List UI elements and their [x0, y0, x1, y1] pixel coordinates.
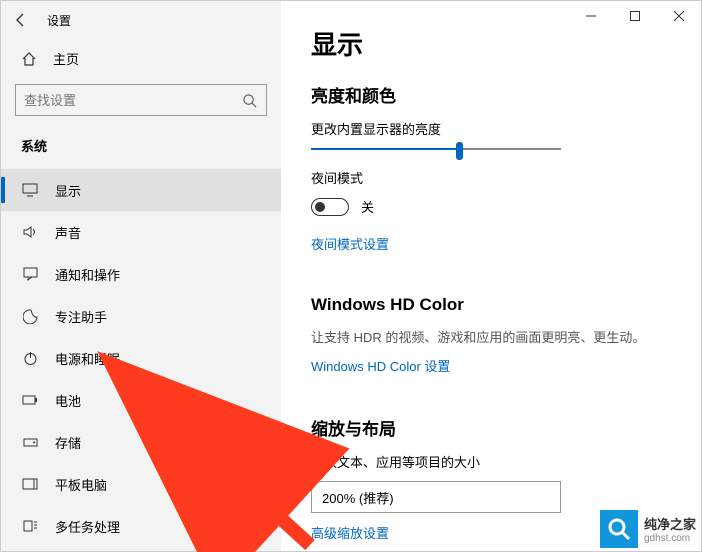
sidebar-item-label: 通知和操作: [55, 265, 120, 284]
home-label: 主页: [53, 49, 79, 68]
brightness-label: 更改内置显示器的亮度: [311, 119, 671, 138]
night-mode-toggle[interactable]: [311, 198, 349, 216]
sidebar-item-battery[interactable]: 电池: [1, 379, 281, 421]
sidebar-item-label: 电源和睡眠: [55, 349, 120, 368]
brightness-slider[interactable]: [311, 148, 561, 150]
multitask-icon: [21, 520, 39, 532]
maximize-button[interactable]: [613, 1, 657, 31]
watermark-logo: [600, 510, 638, 548]
section-brightness: 亮度和颜色: [311, 82, 671, 107]
search-icon: [232, 93, 266, 108]
back-button[interactable]: [9, 8, 33, 32]
sidebar-item-power[interactable]: 电源和睡眠: [1, 337, 281, 379]
sidebar-item-label: 声音: [55, 223, 81, 242]
sidebar-item-multitask[interactable]: 多任务处理: [1, 505, 281, 547]
sidebar-item-notifications[interactable]: 通知和操作: [1, 253, 281, 295]
toggle-state-label: 关: [361, 197, 374, 216]
sidebar-item-label: 存储: [55, 433, 81, 452]
advanced-scale-link[interactable]: 高级缩放设置: [311, 523, 389, 542]
night-mode-settings-link[interactable]: 夜间模式设置: [311, 234, 389, 253]
sidebar-item-focus[interactable]: 专注助手: [1, 295, 281, 337]
scale-select[interactable]: 200% (推荐): [311, 481, 561, 513]
home-link[interactable]: 主页: [1, 39, 281, 78]
focus-icon: [21, 309, 39, 324]
battery-icon: [21, 395, 39, 405]
sidebar-item-label: 平板电脑: [55, 475, 107, 494]
sidebar-item-label: 多任务处理: [55, 517, 120, 536]
toggle-knob: [315, 202, 325, 212]
storage-icon: [21, 436, 39, 448]
sidebar-item-sound[interactable]: 声音: [1, 211, 281, 253]
hdr-settings-link[interactable]: Windows HD Color 设置: [311, 356, 450, 375]
home-icon: [21, 51, 39, 67]
group-header-system: 系统: [1, 132, 281, 169]
scale-label: 更改文本、应用等项目的大小: [311, 452, 671, 471]
sidebar-item-label: 显示: [55, 181, 81, 200]
sidebar-item-display[interactable]: 显示: [1, 169, 281, 211]
watermark-url: gdhst.com: [644, 533, 696, 544]
night-mode-label: 夜间模式: [311, 168, 671, 187]
search-input[interactable]: [16, 93, 232, 108]
slider-fill: [311, 148, 461, 150]
close-button[interactable]: [657, 1, 701, 31]
section-scale: 缩放与布局: [311, 415, 671, 440]
slider-thumb[interactable]: [456, 142, 463, 160]
display-icon: [21, 183, 39, 197]
search-box[interactable]: [15, 84, 267, 116]
sidebar-item-storage[interactable]: 存储: [1, 421, 281, 463]
notifications-icon: [21, 267, 39, 281]
watermark: 纯净之家 gdhst.com: [600, 510, 696, 548]
minimize-button[interactable]: [569, 1, 613, 31]
sound-icon: [21, 225, 39, 239]
hdr-description: 让支持 HDR 的视频、游戏和应用的画面更明亮、更生动。: [311, 327, 671, 346]
section-hdr: Windows HD Color: [311, 295, 671, 315]
power-icon: [21, 351, 39, 366]
tablet-icon: [21, 478, 39, 490]
sidebar-item-tablet[interactable]: 平板电脑: [1, 463, 281, 505]
watermark-text: 纯净之家: [644, 514, 696, 533]
sidebar-item-label: 电池: [55, 391, 81, 410]
window-title: 设置: [47, 12, 71, 29]
scale-select-value: 200% (推荐): [322, 488, 394, 507]
sidebar-item-label: 专注助手: [55, 307, 107, 326]
